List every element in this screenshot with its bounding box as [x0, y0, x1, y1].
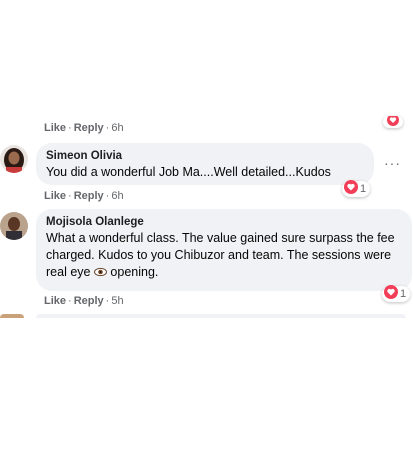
comment-bubble: Simeon Olivia You did a wonderful Job Ma… — [36, 143, 374, 185]
comment-actions: Like · Reply · 6h — [44, 122, 124, 134]
comment-timestamp[interactable]: 5h — [111, 295, 123, 307]
comment-text: You did a wonderful Job Ma....Well detai… — [46, 165, 331, 179]
like-link[interactable]: Like — [44, 122, 66, 134]
reply-link[interactable]: Reply — [74, 190, 104, 202]
reply-link[interactable]: Reply — [74, 295, 104, 307]
comment-actions: Like · Reply · 6h — [44, 190, 124, 202]
eye-emoji-icon — [93, 265, 107, 279]
more-options-icon[interactable]: ··· — [384, 155, 401, 171]
reaction-badge[interactable]: 1 — [342, 179, 371, 199]
reaction-badge-partial[interactable] — [383, 116, 403, 128]
comment-text: What a wonderful class. The value gained… — [46, 231, 395, 279]
comment-author[interactable]: Simeon Olivia — [46, 149, 364, 164]
avatar-partial — [0, 314, 24, 318]
reaction-count: 1 — [360, 183, 367, 195]
reaction-count: 1 — [400, 288, 407, 300]
avatar[interactable] — [0, 212, 28, 240]
reply-link[interactable]: Reply — [74, 122, 104, 134]
comment-bubble-partial — [36, 314, 406, 318]
comment-timestamp[interactable]: 6h — [111, 122, 123, 134]
comment-author[interactable]: Mojisola Olanlege — [46, 215, 402, 230]
comment-bubble: Mojisola Olanlege What a wonderful class… — [36, 209, 412, 291]
comment-actions: Like · Reply · 5h — [44, 295, 124, 307]
like-link[interactable]: Like — [44, 295, 66, 307]
heart-reaction-icon — [387, 116, 399, 128]
heart-reaction-icon — [384, 284, 398, 304]
heart-reaction-icon — [344, 179, 358, 199]
comment-timestamp[interactable]: 6h — [111, 190, 123, 202]
like-link[interactable]: Like — [44, 190, 66, 202]
reaction-badge[interactable]: 1 — [382, 284, 411, 304]
avatar[interactable] — [0, 145, 28, 173]
